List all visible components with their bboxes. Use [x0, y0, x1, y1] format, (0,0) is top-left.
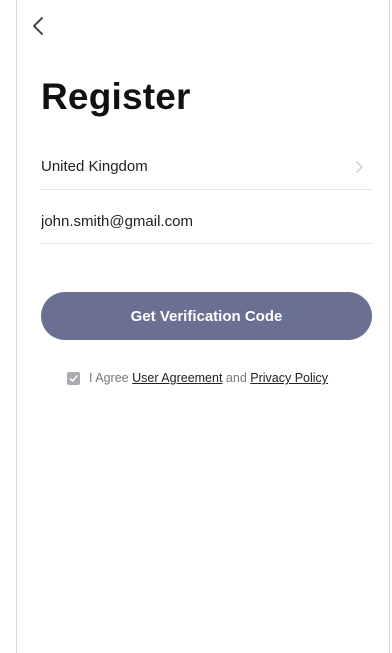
back-button[interactable]: [29, 14, 49, 38]
register-screen: Register United Kingdom Get Verification…: [16, 0, 390, 653]
page-title: Register: [41, 76, 191, 117]
agree-checkbox[interactable]: [67, 371, 80, 385]
agreement-row: I Agree User Agreement and Privacy Polic…: [67, 369, 328, 387]
email-row: [41, 200, 372, 244]
country-value: United Kingdom: [41, 158, 148, 175]
chevron-right-icon: [356, 161, 363, 173]
privacy-policy-link[interactable]: Privacy Policy: [250, 371, 328, 385]
email-field[interactable]: [41, 208, 372, 234]
user-agreement-link[interactable]: User Agreement: [132, 371, 222, 385]
agree-conjunction-text: and: [225, 371, 247, 385]
check-icon: [69, 374, 78, 382]
agree-prefix-text: I Agree: [89, 371, 129, 385]
chevron-left-icon: [33, 17, 43, 35]
get-verification-code-button[interactable]: Get Verification Code: [41, 292, 372, 340]
country-selector[interactable]: United Kingdom: [41, 146, 372, 190]
